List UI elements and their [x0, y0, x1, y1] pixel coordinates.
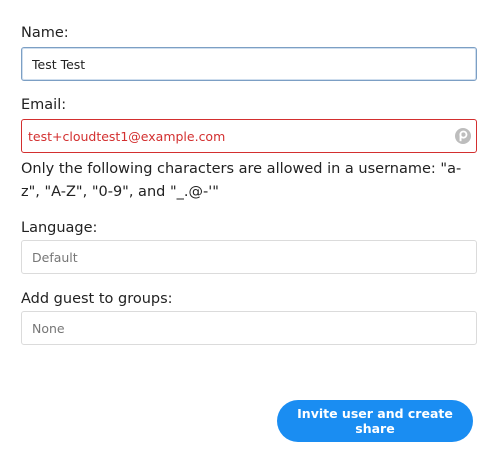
- password-manager-icon[interactable]: [455, 128, 471, 144]
- invite-guest-dialog: Name: Test Test Email: test+cloudtest1@e…: [0, 0, 496, 468]
- language-select-value: Default: [32, 249, 78, 265]
- invite-user-button[interactable]: Invite user and create share: [277, 400, 473, 442]
- groups-select-value: None: [32, 320, 65, 336]
- language-select[interactable]: Default: [21, 240, 477, 274]
- name-input[interactable]: Test Test: [21, 47, 477, 81]
- language-label: Language:: [21, 220, 98, 236]
- email-input[interactable]: test+cloudtest1@example.com: [21, 119, 477, 153]
- email-label: Email:: [21, 97, 67, 113]
- groups-label: Add guest to groups:: [21, 291, 173, 307]
- email-validation-hint: Only the following characters are allowe…: [21, 161, 462, 200]
- name-input-value: Test Test: [32, 56, 86, 72]
- groups-select[interactable]: None: [21, 311, 477, 345]
- email-input-value: test+cloudtest1@example.com: [28, 128, 226, 144]
- name-label: Name:: [21, 25, 69, 41]
